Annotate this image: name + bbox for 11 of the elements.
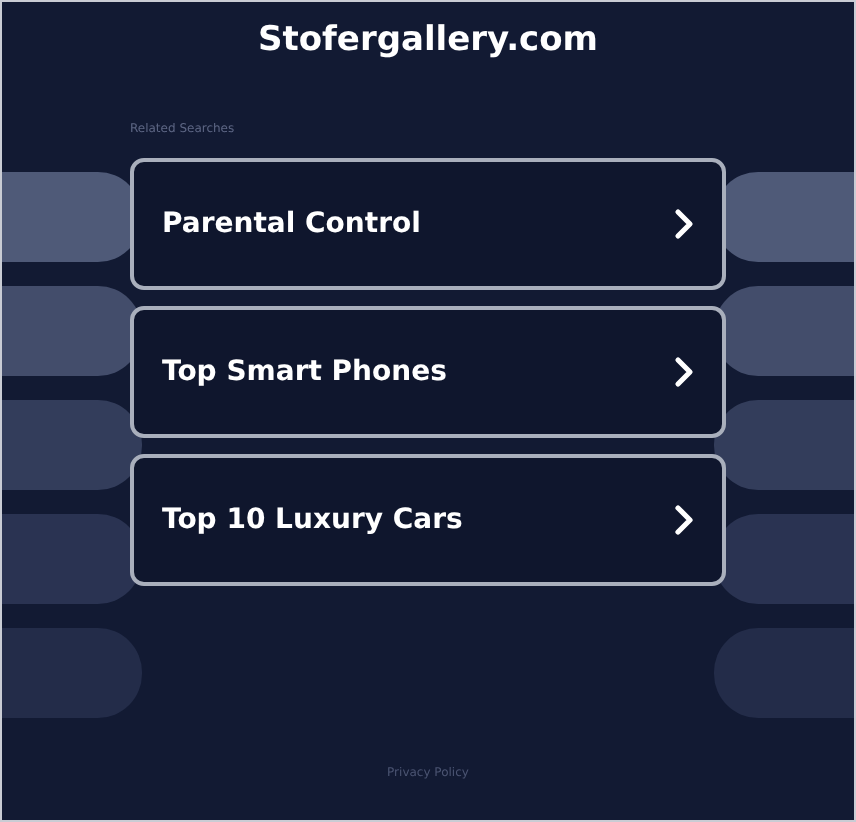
background-pill (714, 628, 854, 718)
search-link[interactable]: Top Smart Phones (130, 306, 726, 438)
search-link[interactable]: Top 10 Luxury Cars (130, 454, 726, 586)
background-pill (714, 400, 854, 490)
search-link[interactable]: Parental Control (130, 158, 726, 290)
background-pill (2, 628, 142, 718)
chevron-icon (674, 504, 694, 536)
chevron-icon (674, 356, 694, 388)
chevron-icon (674, 208, 694, 240)
site-title: Stofergallery.com (257, 20, 599, 60)
background-pill (2, 400, 142, 490)
